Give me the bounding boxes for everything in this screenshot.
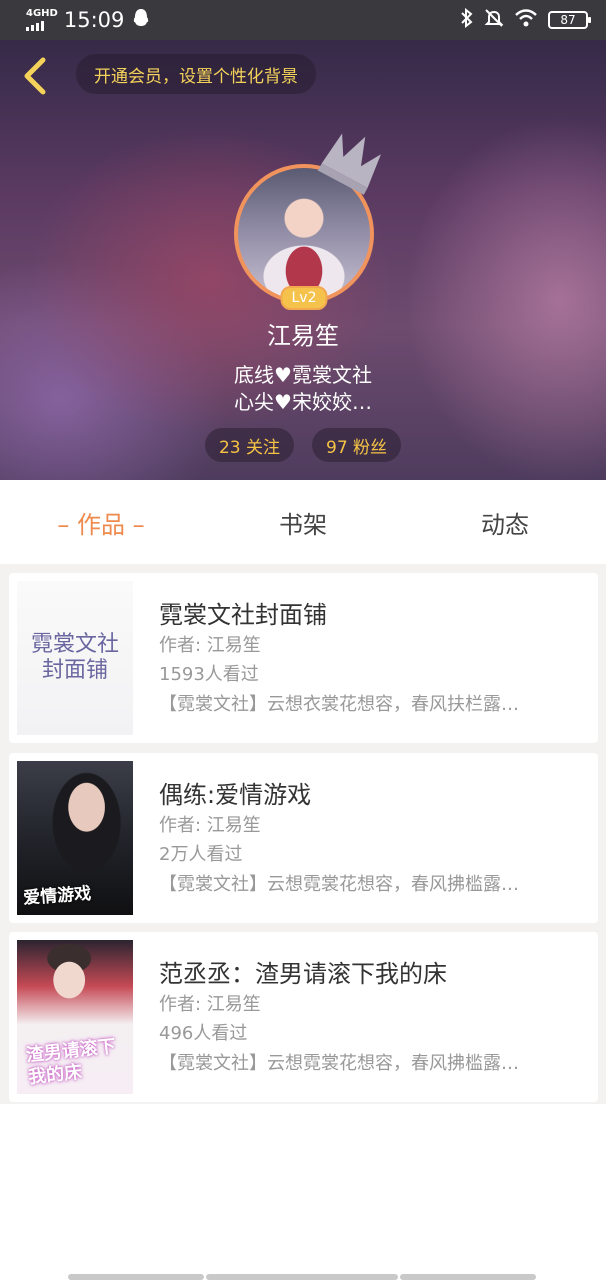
profile-header: 开通会员，设置个性化背景 Lv2 江易笙 底线♥霓裳文社 心尖♥宋姣姣… 23 … bbox=[0, 40, 606, 480]
cover-text: 爱情游戏 bbox=[22, 883, 92, 909]
battery-indicator: 87 bbox=[548, 11, 591, 29]
nav-gesture-bar[interactable] bbox=[206, 1274, 398, 1280]
vip-prompt-text: 开通会员，设置个性化背景 bbox=[94, 66, 298, 87]
user-bio: 底线♥霓裳文社 心尖♥宋姣姣… bbox=[0, 362, 606, 416]
cover-text: 封面铺 bbox=[41, 658, 108, 683]
book-cover: 霓裳文社 封面铺 bbox=[17, 581, 133, 735]
username: 江易笙 bbox=[267, 322, 339, 350]
wifi-icon bbox=[514, 8, 538, 32]
status-bar: 4GHD 15:09 87 bbox=[0, 0, 606, 40]
nav-gesture-bar[interactable] bbox=[400, 1274, 536, 1280]
avatar-container[interactable]: Lv2 bbox=[234, 133, 381, 310]
works-list: 霓裳文社 封面铺 霓裳文社封面铺 作者: 江易笙 1593人看过 【霓裳文社】云… bbox=[0, 564, 606, 1104]
book-title: 霓裳文社封面铺 bbox=[159, 601, 327, 629]
book-cover: 爱情游戏 bbox=[17, 761, 133, 915]
network-type: 4GHD bbox=[26, 8, 58, 19]
followers-button[interactable]: 97 粉丝 bbox=[312, 428, 402, 462]
nav-gesture-bar[interactable] bbox=[68, 1274, 204, 1280]
book-cover: 渣男请滚下我的床 bbox=[17, 940, 133, 1094]
book-views: 2万人看过 bbox=[159, 844, 243, 865]
book-description: 【霓裳文社】云想霓裳花想容，春风拂槛露… bbox=[159, 1053, 519, 1074]
network-indicator: 4GHD bbox=[26, 9, 58, 31]
cover-text: 渣男请滚下我的床 bbox=[24, 1035, 117, 1089]
chevron-left-icon bbox=[24, 57, 46, 95]
clock: 15:09 bbox=[63, 8, 125, 32]
book-card[interactable]: 渣男请滚下我的床 范丞丞：渣男请滚下我的床 作者: 江易笙 496人看过 【霓裳… bbox=[9, 932, 598, 1102]
book-card[interactable]: 霓裳文社 封面铺 霓裳文社封面铺 作者: 江易笙 1593人看过 【霓裳文社】云… bbox=[9, 573, 598, 743]
book-author: 作者: 江易笙 bbox=[159, 815, 261, 836]
bio-line: 底线♥霓裳文社 bbox=[234, 363, 372, 387]
book-card[interactable]: 爱情游戏 偶练:爱情游戏 作者: 江易笙 2万人看过 【霓裳文社】云想霓裳花想容… bbox=[9, 753, 598, 923]
book-description: 【霓裳文社】云想衣裳花想容，春风扶栏露… bbox=[159, 694, 519, 715]
level-badge: Lv2 bbox=[280, 286, 328, 310]
book-views: 1593人看过 bbox=[159, 664, 259, 685]
book-author: 作者: 江易笙 bbox=[159, 635, 261, 656]
tab-bookshelf[interactable]: 书架 bbox=[202, 505, 404, 540]
follow-stats: 23 关注 97 粉丝 bbox=[0, 428, 606, 462]
mute-bell-icon bbox=[484, 8, 504, 33]
profile-tabs: – 作品 – 书架 动态 bbox=[0, 480, 606, 564]
book-title: 范丞丞：渣男请滚下我的床 bbox=[159, 960, 447, 988]
tab-works[interactable]: – 作品 – bbox=[0, 505, 202, 540]
back-button[interactable] bbox=[14, 54, 54, 98]
book-title: 偶练:爱情游戏 bbox=[159, 781, 312, 809]
bluetooth-icon bbox=[460, 7, 474, 33]
bio-line: 心尖♥宋姣姣… bbox=[234, 390, 372, 414]
qq-notification-icon bbox=[132, 8, 150, 33]
vip-background-prompt[interactable]: 开通会员，设置个性化背景 bbox=[76, 54, 316, 94]
tab-activity[interactable]: 动态 bbox=[404, 505, 606, 540]
book-author: 作者: 江易笙 bbox=[159, 994, 261, 1015]
following-button[interactable]: 23 关注 bbox=[204, 428, 294, 462]
book-views: 496人看过 bbox=[159, 1023, 248, 1044]
battery-level: 87 bbox=[560, 13, 576, 27]
cover-text: 霓裳文社 bbox=[30, 632, 119, 657]
book-description: 【霓裳文社】云想霓裳花想容，春风拂槛露… bbox=[159, 874, 519, 895]
